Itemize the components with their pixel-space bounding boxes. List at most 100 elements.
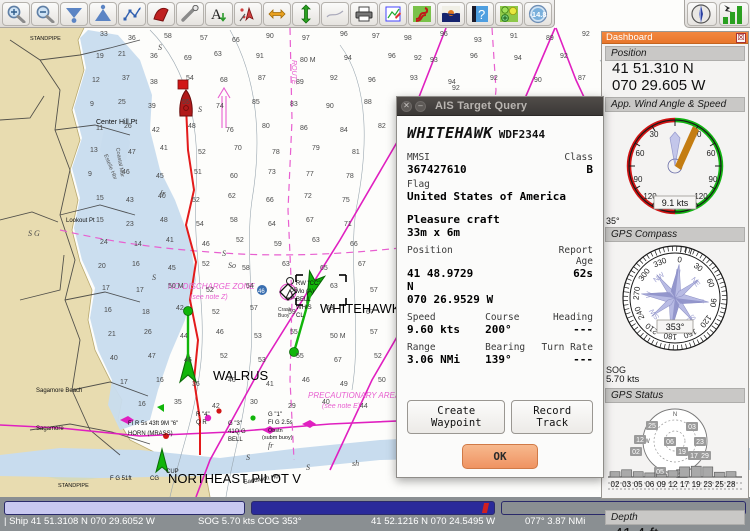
svg-text:9: 9 (90, 101, 94, 108)
svg-text:90: 90 (266, 33, 274, 40)
svg-text:FI R 5s 43ft 9M "6": FI R 5s 43ft 9M "6" (128, 421, 178, 427)
svg-text:97: 97 (372, 33, 380, 40)
svg-text:69: 69 (184, 55, 192, 62)
create-waypoint-button[interactable]: Create Waypoint (407, 400, 505, 434)
svg-text:55: 55 (296, 353, 304, 360)
route-manager-icon[interactable] (379, 2, 407, 26)
course-up-icon[interactable] (263, 2, 291, 26)
close-icon[interactable]: ✕ (401, 101, 412, 112)
chart-scale-up-icon[interactable] (89, 2, 117, 26)
svg-text:40: 40 (110, 355, 118, 362)
north-up-icon[interactable] (292, 2, 320, 26)
svg-text:52: 52 (212, 309, 220, 316)
svg-text:50: 50 (378, 377, 386, 384)
print-icon[interactable] (350, 2, 378, 26)
record-track-button[interactable]: Record Track (511, 400, 593, 434)
minimize-icon[interactable]: – (415, 101, 426, 112)
svg-text:90: 90 (709, 175, 718, 184)
svg-text:57: 57 (250, 305, 258, 312)
ok-button[interactable]: OK (462, 444, 538, 469)
svg-text:Mo (A): Mo (A) (296, 289, 314, 295)
chart-coverage-bar[interactable] (251, 501, 496, 515)
compass-icon[interactable] (687, 2, 717, 26)
satellite-snr-bar (691, 466, 701, 477)
svg-text:39: 39 (148, 103, 156, 110)
svg-text:59: 59 (288, 309, 296, 316)
svg-text:S: S (222, 249, 226, 258)
svg-text:43: 43 (126, 197, 134, 204)
track-manager-icon[interactable] (408, 2, 436, 26)
svg-text:29: 29 (288, 403, 296, 410)
satellite-marker: 29 (699, 451, 711, 460)
svg-text:52: 52 (192, 197, 200, 204)
svg-text:sh: sh (352, 459, 359, 468)
dashboard-titlebar[interactable]: Dashboard ☒ (602, 32, 748, 44)
svg-text:52: 52 (374, 353, 382, 360)
help-icon[interactable]: ? (466, 2, 494, 26)
ais-target-query-dialog[interactable]: ✕ – AIS Target Query WHITEHAWK WDF2344 M… (396, 96, 604, 478)
satellite-id-label: 06 (645, 480, 654, 489)
track-icon[interactable] (147, 2, 175, 26)
turn-rate-label: Turn Rate (537, 342, 593, 353)
satellite-id-label: 09 (657, 480, 666, 489)
svg-text:44: 44 (360, 403, 368, 410)
ais-target-icon[interactable] (234, 2, 262, 26)
satellite-marker: 06 (664, 437, 676, 446)
svg-text:94: 94 (344, 55, 352, 62)
svg-text:fr: fr (160, 189, 166, 198)
svg-text:30: 30 (250, 399, 258, 406)
svg-text:92: 92 (452, 85, 460, 92)
svg-text:68: 68 (220, 77, 228, 84)
vessel-name: WHITEHAWK (407, 124, 493, 142)
settings-icon[interactable] (495, 2, 523, 26)
chart-quilt-bar[interactable] (4, 501, 245, 515)
svg-text:12: 12 (92, 77, 100, 84)
route-create-icon[interactable] (118, 2, 146, 26)
svg-text:42: 42 (152, 127, 160, 134)
svg-text:80 M: 80 M (300, 57, 316, 64)
wind-section-header: App. Wind Angle & Speed (605, 97, 745, 112)
satellite-marker: 25 (646, 421, 658, 430)
gps-status-gauge: N W 2503122306021917290528 0203050609121… (602, 403, 748, 508)
svg-text:93: 93 (410, 75, 418, 82)
svg-text:16: 16 (104, 307, 112, 314)
toolbar-right[interactable] (684, 0, 750, 28)
svg-text:26: 26 (124, 123, 132, 130)
chart-scale-down-icon[interactable] (60, 2, 88, 26)
svg-text:66: 66 (350, 241, 358, 248)
svg-text:52: 52 (206, 287, 214, 294)
blank-icon[interactable] (321, 2, 349, 26)
enc-text-icon[interactable]: A (205, 2, 233, 26)
mmsi-value: 367427610 (407, 163, 485, 176)
svg-text:21: 21 (118, 51, 126, 58)
gps-signal-icon[interactable] (719, 2, 749, 26)
satellite-marker: 23 (694, 437, 706, 446)
vessel-type: Pleasure craft (407, 213, 593, 226)
close-icon[interactable]: ☒ (736, 33, 746, 43)
svg-text:46: 46 (122, 169, 130, 176)
svg-text:92: 92 (330, 75, 338, 82)
zoom-out-icon[interactable] (31, 2, 59, 26)
svg-text:96: 96 (470, 53, 478, 60)
measure-icon[interactable] (176, 2, 204, 26)
main-toolbar[interactable]: A (0, 0, 555, 28)
zoom-in-icon[interactable] (2, 2, 30, 26)
svg-text:53: 53 (258, 357, 266, 364)
svg-text:Obstn: Obstn (268, 428, 283, 434)
svg-text:92: 92 (414, 55, 422, 62)
svg-text:Lookout Pt: Lookout Pt (66, 218, 95, 224)
tide-icon[interactable] (437, 2, 465, 26)
svg-text:54: 54 (186, 75, 194, 82)
depth-icon[interactable]: -14.8 (524, 2, 552, 26)
report-age-label: Report Age (541, 245, 593, 267)
svg-text:63: 63 (330, 283, 338, 290)
ais-dialog-titlebar[interactable]: ✕ – AIS Target Query (397, 97, 603, 116)
dashboard-panel[interactable]: Dashboard ☒ Position 41 51.310 N 070 29.… (601, 31, 749, 499)
svg-text:38: 38 (150, 79, 158, 86)
ais-dialog-footer: Create Waypoint Record Track OK (397, 400, 603, 477)
svg-text:STANDPIPE: STANDPIPE (58, 483, 89, 489)
turn-rate-value: --- (537, 353, 593, 366)
svg-text:14: 14 (134, 241, 142, 248)
satellite-id-label: 12 (669, 480, 678, 489)
svg-text:16: 16 (156, 377, 164, 384)
